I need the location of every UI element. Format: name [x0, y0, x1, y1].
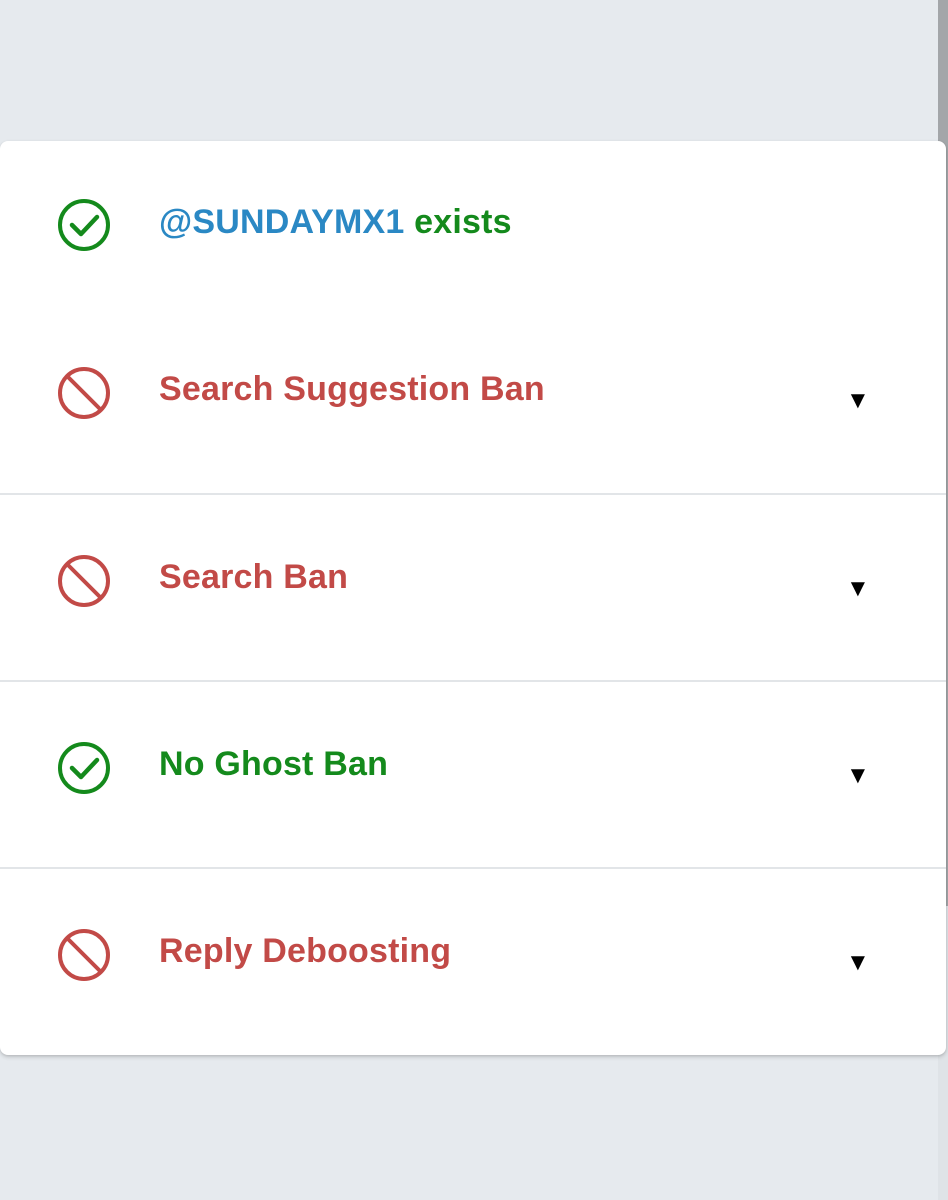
exists-text: exists [414, 203, 512, 241]
account-status-label: @SUNDAYMX1 exists [159, 202, 512, 242]
expand-caret-icon[interactable]: ▼ [846, 764, 870, 788]
expand-caret-icon[interactable]: ▼ [846, 951, 870, 975]
expand-caret-icon[interactable]: ▼ [846, 389, 870, 413]
check-label: Search Ban [159, 558, 349, 596]
check-row-ghost-ban[interactable]: No Ghost Ban ▼ [0, 680, 946, 867]
ban-circle-icon [56, 365, 112, 421]
ban-circle-icon [56, 553, 112, 609]
account-exists-row: @SUNDAYMX1 exists [0, 141, 946, 311]
check-circle-icon [56, 740, 112, 796]
check-label: Search Suggestion Ban [159, 370, 545, 408]
check-label: No Ghost Ban [159, 745, 389, 783]
check-row-reply-deboosting[interactable]: Reply Deboosting ▼ [0, 867, 946, 1055]
account-handle[interactable]: @SUNDAYMX1 [159, 203, 405, 241]
check-row-search-suggestion-ban[interactable]: Search Suggestion Ban ▼ [0, 311, 946, 493]
check-row-search-ban[interactable]: Search Ban ▼ [0, 493, 946, 680]
expand-caret-icon[interactable]: ▼ [846, 577, 870, 601]
check-label: Reply Deboosting [159, 932, 452, 970]
ban-circle-icon [56, 927, 112, 983]
check-circle-icon [56, 197, 112, 253]
results-card: @SUNDAYMX1 exists Search Suggestion Ban … [0, 141, 946, 1055]
